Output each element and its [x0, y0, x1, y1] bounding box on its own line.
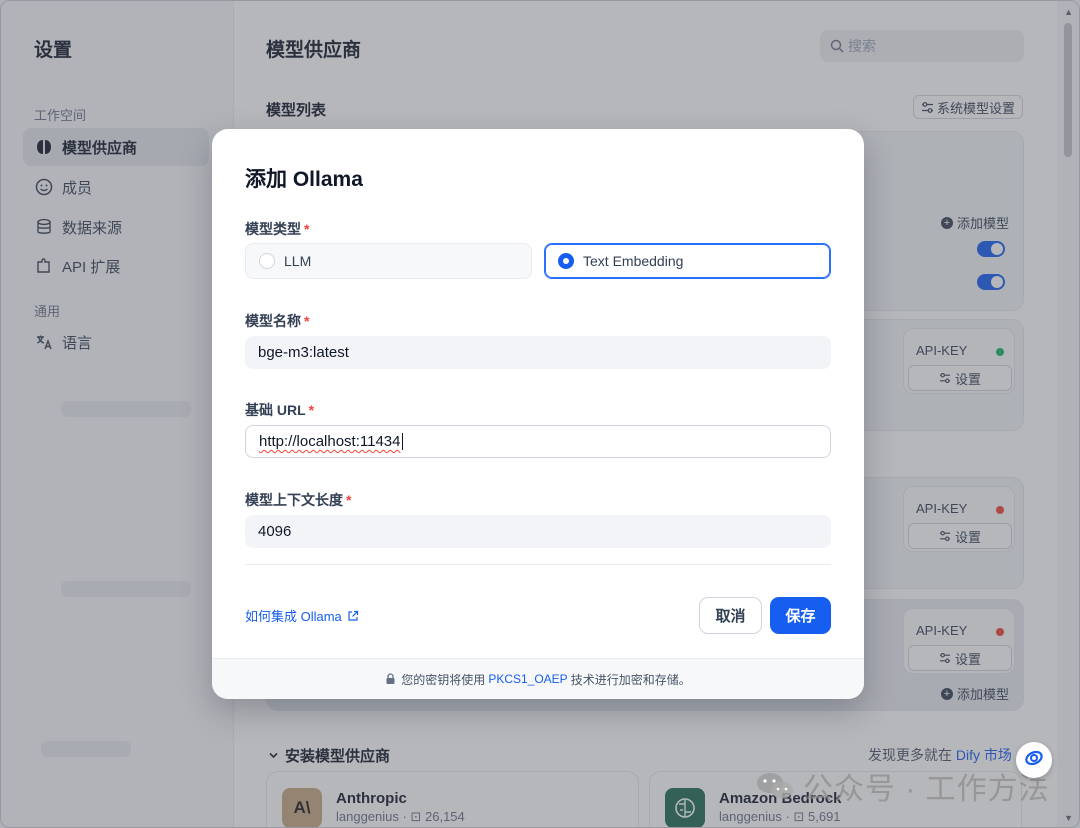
required-mark: * — [304, 313, 310, 329]
add-ollama-dialog: 添加 Ollama 模型类型 * LLM Text Embedding 模型名称 *… — [212, 129, 864, 699]
pkcs-link[interactable]: PKCS1_OAEP — [488, 672, 567, 686]
base-url-label: 基础 URL * — [245, 400, 314, 420]
model-name-label-text: 模型名称 — [245, 313, 301, 329]
save-button[interactable]: 保存 — [770, 597, 831, 634]
radio-unchecked-icon — [259, 253, 275, 269]
external-link-icon — [347, 610, 359, 622]
text-caret — [401, 433, 403, 450]
base-url-label-text: 基础 URL — [245, 402, 306, 418]
model-type-option-llm[interactable]: LLM — [245, 243, 532, 279]
context-length-input[interactable]: 4096 — [245, 515, 831, 548]
floating-assistant-button[interactable] — [1016, 742, 1052, 778]
option-label: LLM — [284, 253, 312, 269]
context-length-label-text: 模型上下文长度 — [245, 492, 343, 508]
watermark-text: 公众号 · 工作方法 — [803, 773, 1050, 806]
base-url-value: http://localhost:11434 — [259, 433, 401, 450]
wechat-watermark: 公众号 · 工作方法 — [755, 764, 1050, 808]
dialog-title: 添加 Ollama — [245, 168, 363, 191]
required-mark: * — [308, 402, 315, 418]
dialog-divider — [245, 564, 831, 565]
model-type-option-text-embedding[interactable]: Text Embedding — [544, 243, 831, 279]
footer-suffix: 技术进行加密和存储。 — [570, 672, 691, 687]
required-mark: * — [304, 221, 310, 237]
model-name-label: 模型名称 * — [245, 311, 309, 331]
ollama-integration-help-link[interactable]: 如何集成 Ollama — [245, 606, 359, 625]
option-label: Text Embedding — [583, 253, 684, 269]
lock-icon — [385, 673, 396, 685]
wechat-icon — [755, 770, 795, 802]
model-name-value: bge-m3:latest — [258, 344, 349, 361]
required-mark: * — [346, 492, 352, 508]
cancel-button[interactable]: 取消 — [699, 597, 762, 634]
model-name-input[interactable]: bge-m3:latest — [245, 336, 831, 369]
base-url-input[interactable]: http://localhost:11434 — [245, 425, 831, 458]
model-type-label: 模型类型 * — [245, 219, 309, 239]
help-link-label: 如何集成 Ollama — [245, 609, 342, 624]
context-length-value: 4096 — [258, 523, 292, 540]
context-length-label: 模型上下文长度 * — [245, 490, 351, 510]
assistant-icon — [1023, 747, 1045, 774]
encryption-notice: 您的密钥将使用 PKCS1_OAEP 技术进行加密和存储。 — [212, 658, 864, 699]
model-type-label-text: 模型类型 — [245, 221, 301, 237]
footer-prefix: 您的密钥将使用 — [401, 672, 486, 687]
radio-checked-icon — [558, 253, 574, 269]
